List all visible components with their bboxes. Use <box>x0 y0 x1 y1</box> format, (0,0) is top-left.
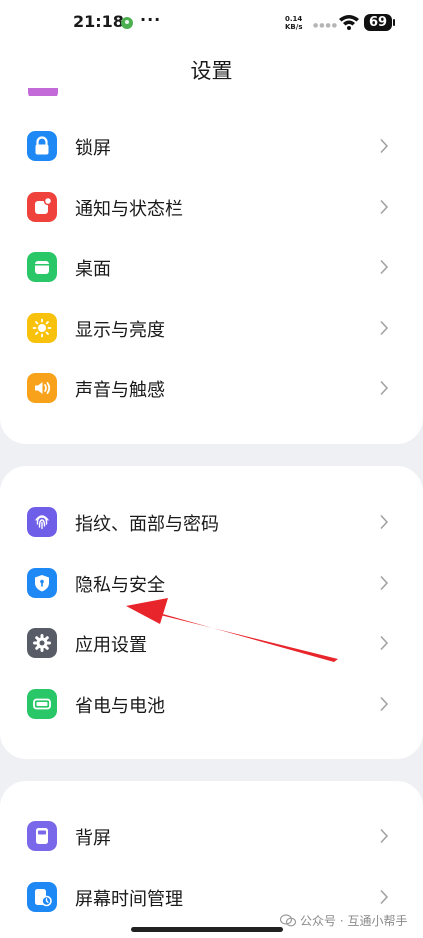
signal-icon: ●●●● <box>313 22 338 29</box>
settings-item-app-settings[interactable]: 应用设置 <box>0 613 423 673</box>
settings-item-battery[interactable]: 省电与电池 <box>0 674 423 734</box>
battery-icon <box>27 689 57 719</box>
chevron-right-icon <box>379 514 389 534</box>
settings-item-label: 显示与亮度 <box>75 320 165 341</box>
status-more-icon: ··· <box>140 10 162 29</box>
notification-icon <box>27 192 57 222</box>
status-time: 21:18 <box>73 12 124 31</box>
settings-item-label: 省电与电池 <box>75 696 165 717</box>
lock-icon <box>27 131 57 161</box>
home-indicator[interactable] <box>131 927 283 932</box>
chevron-right-icon <box>379 199 389 219</box>
settings-item-label: 应用设置 <box>75 635 147 656</box>
screen-time-icon <box>27 882 57 912</box>
settings-item-label: 桌面 <box>75 259 111 280</box>
settings-item-fingerprint-face-password[interactable]: 指纹、面部与密码 <box>0 492 423 552</box>
back-screen-icon <box>27 821 57 851</box>
settings-item-back-screen[interactable]: 背屏 <box>0 806 423 866</box>
chevron-right-icon <box>379 259 389 279</box>
settings-group-1: 锁屏 通知与状态栏 桌面 显示与亮度 声音与触感 <box>0 96 423 444</box>
chevron-right-icon <box>379 380 389 400</box>
settings-item-label: 隐私与安全 <box>75 575 165 596</box>
page-title: 设置 <box>190 59 233 83</box>
settings-item-label: 屏幕时间管理 <box>75 889 183 910</box>
page-header: 设置 <box>0 44 423 96</box>
settings-item-desktop[interactable]: 桌面 <box>0 237 423 297</box>
wifi-icon <box>338 14 360 34</box>
chevron-right-icon <box>379 889 389 909</box>
shield-icon <box>27 568 57 598</box>
status-app-indicator-icon <box>121 17 133 29</box>
watermark-text: 公众号 · 互通小帮手 <box>300 914 408 928</box>
chevron-right-icon <box>379 696 389 716</box>
fingerprint-icon <box>27 507 57 537</box>
chevron-right-icon <box>379 635 389 655</box>
chevron-right-icon <box>379 575 389 595</box>
gear-icon <box>27 628 57 658</box>
settings-item-label: 背屏 <box>75 828 111 849</box>
desktop-icon <box>27 252 57 282</box>
settings-group-2: 指纹、面部与密码 隐私与安全 应用设置 省电与电池 <box>0 466 423 759</box>
settings-item-label: 指纹、面部与密码 <box>75 514 219 535</box>
settings-item-lock-screen[interactable]: 锁屏 <box>0 116 423 176</box>
settings-item-sound-haptics[interactable]: 声音与触感 <box>0 358 423 418</box>
battery-indicator: 69 <box>364 14 395 31</box>
settings-item-privacy-security[interactable]: 隐私与安全 <box>0 553 423 613</box>
settings-item-display-brightness[interactable]: 显示与亮度 <box>0 298 423 358</box>
brightness-icon <box>27 313 57 343</box>
settings-item-label: 锁屏 <box>75 138 111 159</box>
settings-item-notifications[interactable]: 通知与状态栏 <box>0 177 423 237</box>
network-speed: 0.14 KB/s <box>285 15 303 31</box>
chevron-right-icon <box>379 138 389 158</box>
settings-item-label: 通知与状态栏 <box>75 199 183 220</box>
chevron-right-icon <box>379 828 389 848</box>
sound-icon <box>27 373 57 403</box>
status-bar: 21:18 ··· 0.14 KB/s ●●●● 69 <box>0 0 423 44</box>
chevron-right-icon <box>379 320 389 340</box>
settings-item-label: 声音与触感 <box>75 380 165 401</box>
watermark: 公众号 · 互通小帮手 <box>279 912 408 930</box>
